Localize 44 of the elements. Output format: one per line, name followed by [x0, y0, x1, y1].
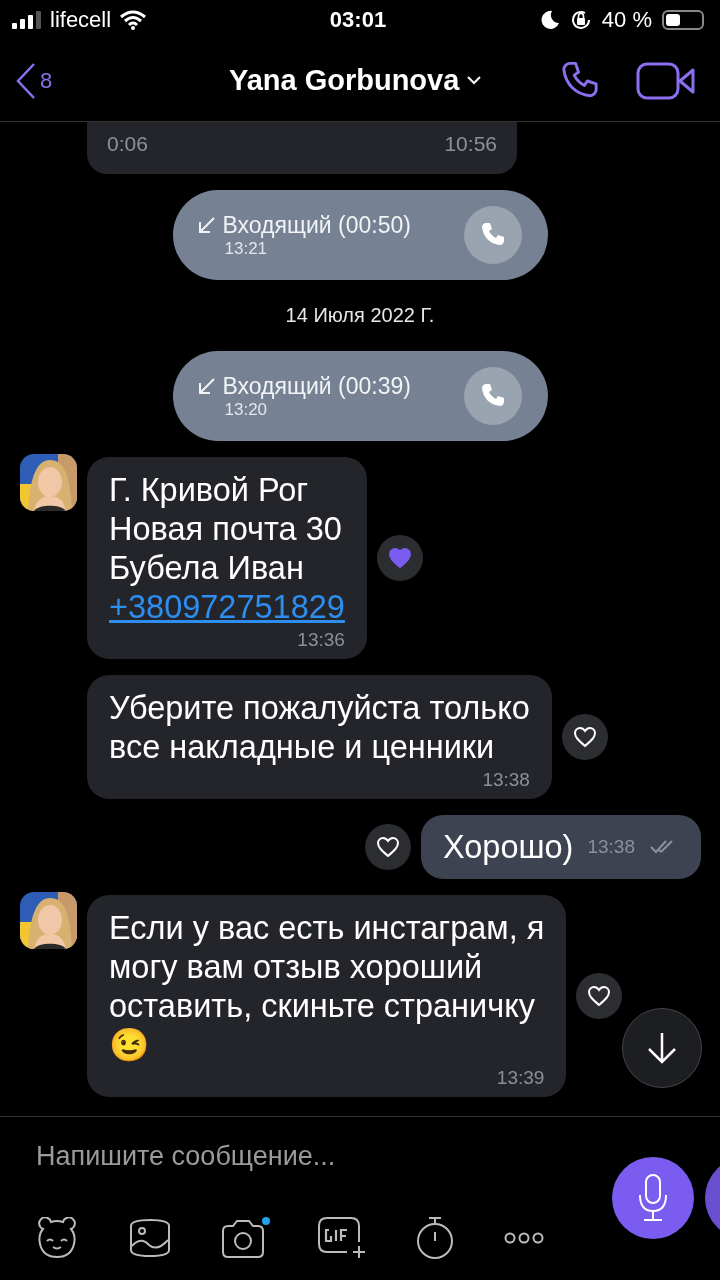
date-separator: 14 Июля 2022 Г.	[285, 304, 435, 327]
message-time: 13:38	[587, 836, 635, 858]
heart-icon	[387, 547, 412, 569]
chevron-down-icon[interactable]	[467, 76, 482, 85]
message-time: 13:38	[482, 769, 530, 791]
phone-link[interactable]: +380972751829	[109, 588, 345, 627]
microphone-icon	[636, 1173, 670, 1223]
message-time: 13:39	[496, 1067, 545, 1089]
gallery-icon[interactable]	[127, 1218, 173, 1258]
back-button[interactable]: 8	[14, 60, 53, 101]
timer-icon[interactable]	[414, 1215, 456, 1261]
carrier-name: lifecell	[50, 7, 112, 33]
message-input[interactable]: Напишите сообщение...	[36, 1141, 576, 1172]
wifi-icon	[119, 10, 148, 30]
voice-duration: 0:06	[107, 132, 148, 156]
like-button[interactable]	[576, 973, 623, 1019]
heart-icon	[572, 726, 597, 748]
signal-icon	[12, 11, 42, 29]
like-button[interactable]	[364, 824, 411, 870]
incoming-arrow-icon	[196, 215, 217, 235]
battery-icon	[662, 10, 704, 30]
call-label: Входящий (00:39)	[222, 372, 411, 400]
more-icon[interactable]	[503, 1231, 545, 1245]
like-button[interactable]	[561, 714, 608, 760]
call-time: 13:20	[224, 399, 269, 420]
clock: 03:01	[329, 7, 387, 33]
incoming-arrow-icon	[196, 376, 217, 396]
gif-icon[interactable]	[317, 1216, 367, 1260]
battery-percent: 40 %	[601, 7, 652, 33]
message-time: 10:56	[444, 132, 497, 156]
message-text: Уберите пожалуйста только все накладные и ценники	[109, 689, 530, 767]
heart-icon	[375, 836, 400, 858]
moon-icon	[539, 10, 560, 30]
call-time: 13:21	[224, 238, 269, 259]
heart-icon	[587, 985, 612, 1007]
message-text: Хорошо)	[442, 827, 574, 867]
camera-icon[interactable]	[220, 1217, 270, 1259]
call-label: Входящий (00:50)	[222, 211, 411, 239]
contact-name[interactable]: Yana Gorbunova	[228, 64, 460, 97]
rotation-lock-icon	[569, 9, 592, 31]
video-call-icon[interactable]	[636, 61, 696, 100]
message-time: 13:36	[297, 629, 345, 651]
message-text: Если у вас есть инстаграм, я могу вам отзыв хороший оставить, скиньте страничку 😉	[109, 909, 545, 1065]
message-text: Г. Кривой Рог Новая почта 30 Бубела Иван	[109, 471, 343, 588]
